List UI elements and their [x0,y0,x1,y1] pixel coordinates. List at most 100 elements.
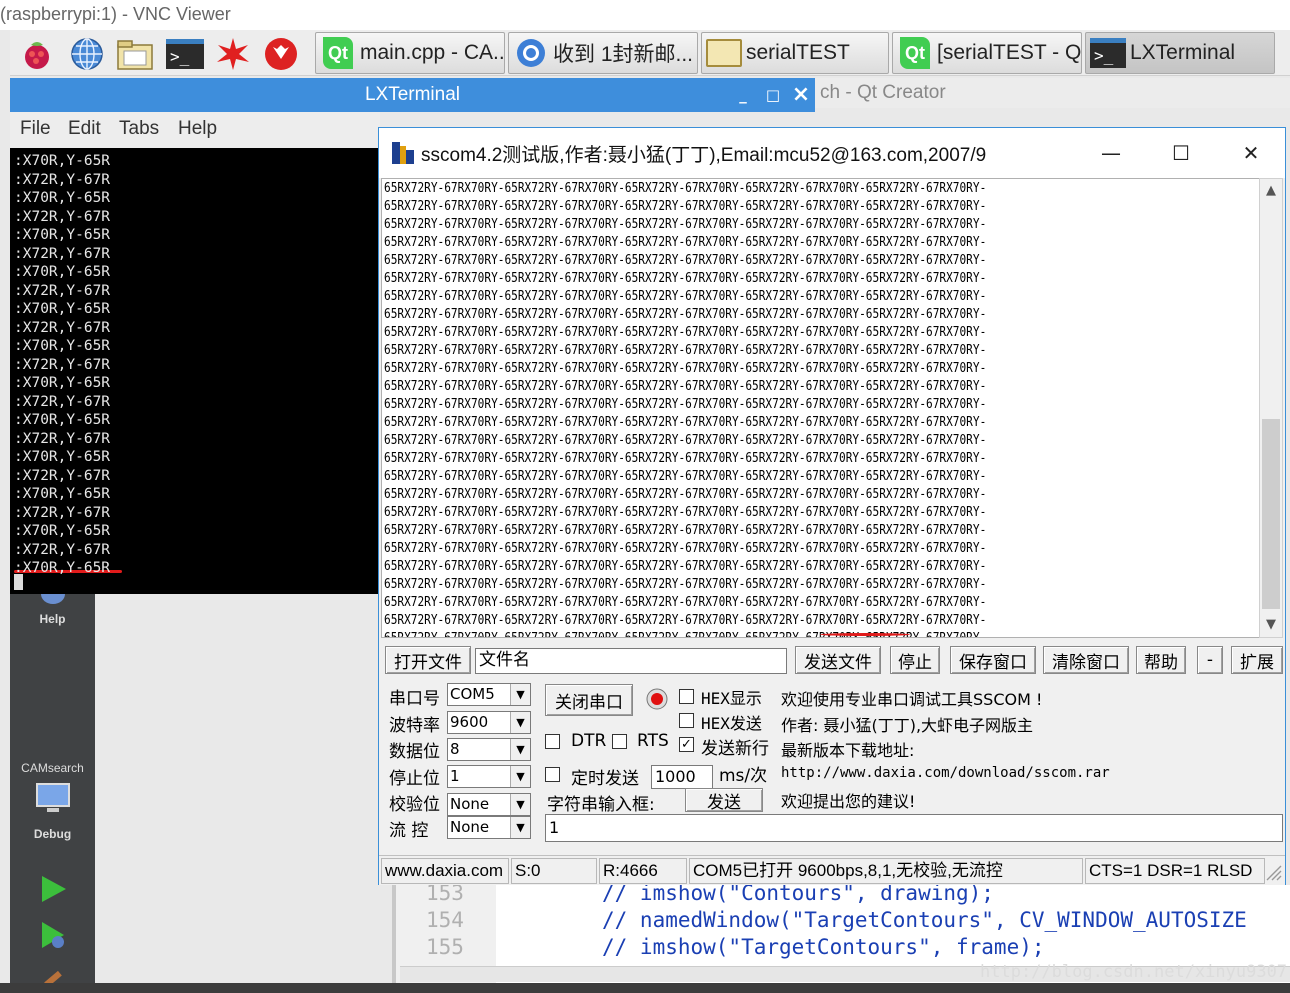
sscom-app-icon [391,140,415,170]
chevron-down-icon[interactable]: ▼ [510,712,530,733]
receive-textarea[interactable]: 65RX72RY-67RX70RY-65RX72RY-67RX70RY-65RX… [381,178,1261,638]
terminal-line: :X72R,Y-67R [14,245,111,262]
task-lxterminal[interactable]: >_ LXTerminal [1085,32,1275,74]
terminal-line: :X70R,Y-65R [14,375,111,391]
watermark: http://blog.csdn.net/xinyu9307 [980,962,1288,982]
qt-icon: Qt [897,36,933,70]
bottom-strip [0,983,1290,993]
close-button[interactable]: × [786,78,816,112]
receive-line: 65RX72RY-67RX70RY-65RX72RY-67RX70RY-65RX… [384,289,987,304]
terminal-line: :X72R,Y-67R [14,393,111,410]
filename-input[interactable]: 文件名 [475,648,787,674]
minimize-button[interactable]: — [1091,136,1131,170]
info-line: 作者: 聂小猛(丁丁),大虾电子网版主 [781,716,1034,735]
chevron-down-icon[interactable]: ▼ [510,766,530,787]
code-line[interactable]: // imshow("TargetContours", frame); [602,935,1045,959]
flow-select[interactable]: None ▼ [447,816,531,839]
maximize-button[interactable]: ☐ [1161,136,1201,170]
math-icon[interactable] [214,36,252,72]
dtr-label: DTR [571,731,607,751]
chevron-down-icon[interactable]: ▼ [510,739,530,760]
download-link[interactable]: http://www.daxia.com/download/sscom.rar [781,765,1110,781]
scroll-up-arrow-icon[interactable]: ▲ [1260,181,1282,201]
status-port-state: COM5已打开 9600bps,8,1,无校验,无流控 [689,858,1083,884]
receive-scrollbar[interactable]: ▲ ▼ [1259,178,1283,638]
terminal-line: :X70R,Y-65R [14,560,111,576]
maximize-button[interactable]: □ [758,78,788,112]
debug-monitor-icon[interactable] [10,782,95,819]
menu-tabs[interactable]: Tabs [119,118,159,140]
task-mail[interactable]: 收到 1封新邮... [508,32,698,74]
receive-line: 65RX72RY-67RX70RY-65RX72RY-67RX70RY-65RX… [384,361,987,376]
hex-send-checkbox[interactable] [679,713,694,728]
timed-send-checkbox[interactable] [545,767,560,782]
save-window-button[interactable]: 保存窗口 [950,646,1036,674]
task-serialtest-qt[interactable]: Qt [serialTEST - Q... [892,32,1082,74]
clear-window-button[interactable]: 清除窗口 [1043,646,1129,674]
scroll-thumb[interactable] [1262,419,1280,609]
interval-input[interactable]: 1000 [651,765,713,789]
scroll-down-arrow-icon[interactable]: ▼ [1260,615,1282,635]
dtr-checkbox[interactable] [545,734,560,749]
resize-grip-icon[interactable] [1265,864,1283,886]
terminal-line: :X72R,Y-67R [14,171,111,188]
baud-value: 9600 [450,713,489,731]
expand-button[interactable]: 扩展 [1231,646,1283,674]
terminal-output[interactable]: :X70R,Y-65R :X72R,Y-67R :X70R,Y-65R :X72R,Y… [10,148,380,594]
send-button[interactable]: 发送 [685,788,763,813]
debug-mode-label[interactable]: Debug [10,827,95,841]
lxterminal-titlebar[interactable]: LXTerminal [10,78,815,112]
run-icon[interactable] [10,874,95,907]
status-received-count: R:4666 [599,858,687,884]
open-file-button[interactable]: 打开文件 [385,646,471,674]
receive-line: 65RX72RY-67RX70RY-65RX72RY-67RX70RY-65RX… [384,235,987,250]
baud-label: 波特率 [389,716,440,736]
folder-icon [706,36,742,70]
sscom-titlebar[interactable]: sscom4.2测试版,作者:聂小猛(丁丁),Email:mcu52@163.c… [379,128,1285,178]
flow-label: 流 控 [389,821,429,841]
minimize-button[interactable]: _ [728,78,758,112]
help-button[interactable]: 帮助 [1136,646,1186,674]
stopbits-select[interactable]: 1 ▼ [447,765,531,788]
baud-select[interactable]: 9600 ▼ [447,711,531,734]
port-select[interactable]: COM5 ▼ [447,683,531,706]
receive-line: 65RX72RY-67RX70RY-65RX72RY-67RX70RY-65RX… [384,451,987,466]
web-browser-icon[interactable] [68,36,106,72]
task-label: LXTerminal [1130,41,1236,64]
parity-select[interactable]: None ▼ [447,793,531,816]
chevron-down-icon[interactable]: ▼ [510,794,530,815]
raspberry-menu-icon[interactable] [18,36,56,72]
camsearch-label[interactable]: CAMsearch [10,761,95,775]
task-main-cpp[interactable]: Qt main.cpp - CA... [315,32,505,74]
task-serialtest-folder[interactable]: serialTEST [701,32,889,74]
collapse-button[interactable]: - [1197,646,1223,674]
terminal-line: :X70R,Y-65R [14,412,111,428]
wolfram-icon[interactable] [262,36,300,72]
menu-help[interactable]: Help [178,118,217,140]
chevron-down-icon[interactable]: ▼ [510,817,530,838]
stop-button[interactable]: 停止 [890,646,940,674]
send-newline-checkbox[interactable]: ✓ [679,737,694,752]
send-text-input[interactable]: 1 [545,814,1283,842]
close-button[interactable]: ✕ [1231,136,1271,170]
receive-line: 65RX72RY-67RX70RY-65RX72RY-67RX70RY-65RX… [384,559,987,574]
close-port-button[interactable]: 关闭串口 [545,684,633,716]
file-manager-icon[interactable] [116,36,154,72]
rts-checkbox[interactable] [612,734,627,749]
code-line[interactable]: // namedWindow("TargetContours", CV_WIND… [602,908,1247,932]
help-mode-label[interactable]: Help [10,612,95,626]
receive-line: 65RX72RY-67RX70RY-65RX72RY-67RX70RY-65RX… [384,343,987,358]
receive-line: 65RX72RY-67RX70RY-65RX72RY-67RX70RY-65RX… [384,505,987,520]
chevron-down-icon[interactable]: ▼ [510,684,530,705]
hex-display-checkbox[interactable] [679,689,694,704]
status-site[interactable]: www.daxia.com [381,858,509,884]
terminal-icon: >_ [1090,36,1126,70]
send-file-button[interactable]: 发送文件 [795,646,881,674]
terminal-icon[interactable]: >_ [166,36,204,72]
qt-creator-title: ch - Qt Creator [815,78,1290,108]
debug-run-icon[interactable] [10,920,95,953]
menu-file[interactable]: File [20,118,51,140]
databits-select[interactable]: 8 ▼ [447,738,531,761]
menu-edit[interactable]: Edit [68,118,101,140]
receive-line: 65RX72RY-67RX70RY-65RX72RY-67RX70RY-65RX… [384,469,987,484]
